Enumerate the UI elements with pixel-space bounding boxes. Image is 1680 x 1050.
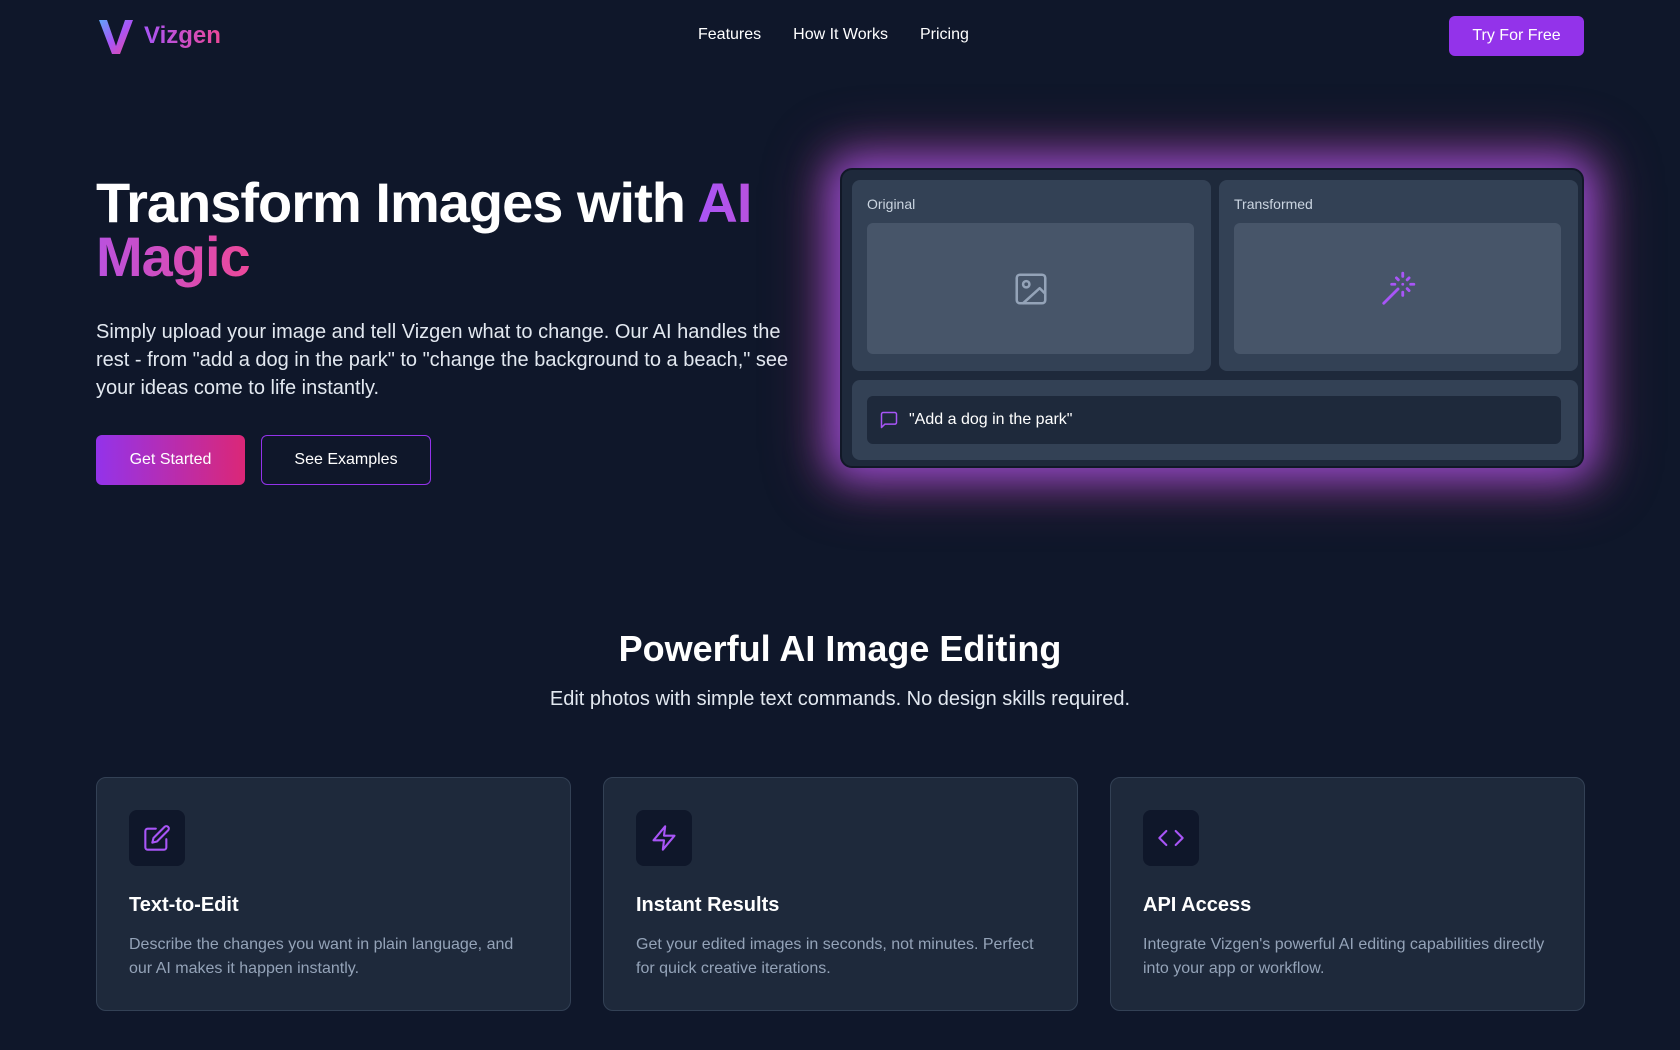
feature-icon-box <box>636 810 692 866</box>
feature-card-api-access: API Access Integrate Vizgen's powerful A… <box>1110 777 1585 1011</box>
edit-icon <box>144 825 170 851</box>
original-image-placeholder <box>867 223 1194 354</box>
image-icon <box>1014 272 1047 305</box>
magic-wand-icon <box>1381 271 1415 305</box>
nav-features[interactable]: Features <box>698 26 761 44</box>
see-examples-button[interactable]: See Examples <box>261 435 431 485</box>
feature-description: Integrate Vizgen's powerful AI editing c… <box>1143 936 1545 977</box>
features-title: Powerful AI Image Editing <box>618 628 1062 669</box>
prompt-area: "Add a dog in the park" <box>852 380 1578 460</box>
original-pane: Original <box>852 180 1211 371</box>
feature-card-instant-results: Instant Results Get your edited images i… <box>603 777 1078 1011</box>
transformed-label: Transformed <box>1234 196 1313 212</box>
demo-preview-card: Original Transformed "Add a dog in the p… <box>840 168 1584 468</box>
feature-description: Get your edited images in seconds, not m… <box>636 936 1034 977</box>
hero-description: Simply upload your image and tell Vizgen… <box>96 321 789 399</box>
original-label: Original <box>867 196 916 212</box>
chat-bubble-icon <box>880 411 898 429</box>
transformed-image-placeholder <box>1234 223 1561 354</box>
feature-title: Text-to-Edit <box>129 894 239 916</box>
site-header: Vizgen Features How It Works Pricing Try… <box>0 0 1680 72</box>
feature-description: Describe the changes you want in plain l… <box>129 936 514 977</box>
feature-icon-box <box>129 810 185 866</box>
landing-page: Vizgen Features How It Works Pricing Try… <box>0 0 1680 1050</box>
nav-pricing[interactable]: Pricing <box>920 26 969 44</box>
transformed-pane: Transformed <box>1219 180 1578 371</box>
logo-text: Vizgen <box>144 22 221 49</box>
nav-how-it-works[interactable]: How It Works <box>793 26 888 44</box>
feature-card-text-to-edit: Text-to-Edit Describe the changes you wa… <box>96 777 571 1011</box>
prompt-field[interactable]: "Add a dog in the park" <box>867 396 1561 444</box>
main-nav: Features How It Works Pricing <box>698 26 969 44</box>
feature-title: Instant Results <box>636 894 780 916</box>
logo[interactable]: Vizgen <box>96 16 221 56</box>
get-started-button[interactable]: Get Started <box>96 435 245 485</box>
v-logo-icon <box>99 20 133 54</box>
hero-title: Transform Images with AI Magic <box>96 175 796 285</box>
features-subtitle: Edit photos with simple text commands. N… <box>549 688 1131 710</box>
code-icon <box>1158 829 1184 847</box>
prompt-text: "Add a dog in the park" <box>909 411 1073 428</box>
feature-icon-box <box>1143 810 1199 866</box>
lightning-icon <box>652 825 676 851</box>
feature-title: API Access <box>1143 894 1252 916</box>
try-for-free-button[interactable]: Try For Free <box>1449 16 1584 56</box>
